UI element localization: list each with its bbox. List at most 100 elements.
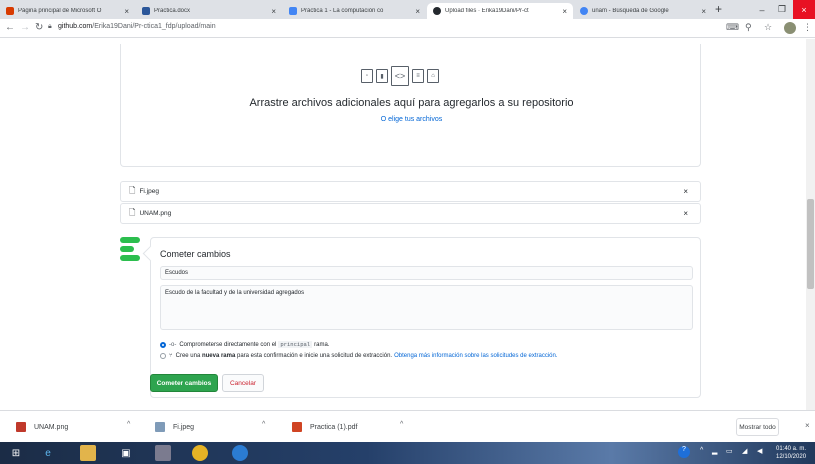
chart-file-icon: ▮ xyxy=(376,69,388,83)
tray-chevron-icon[interactable]: ^ xyxy=(700,447,703,454)
taskbar-clock[interactable]: 01:40 a. m. 12/10/2020 xyxy=(776,445,806,461)
zoom-icon[interactable]: ⚲ xyxy=(745,22,752,33)
file-name: Fi.jpeg xyxy=(139,188,159,195)
download-item[interactable]: UNAM.png xyxy=(16,419,68,435)
edge-icon[interactable] xyxy=(232,445,248,461)
tab-title: unam - Búsqueda de Google xyxy=(592,8,669,14)
docs-icon xyxy=(289,7,297,15)
new-tab-button[interactable]: + xyxy=(715,2,722,16)
download-bar: UNAM.png ^ Fi.jpeg ^ Practica (1).pdf ^ … xyxy=(0,410,815,442)
internet-explorer-icon[interactable]: e xyxy=(40,445,56,461)
radio-new-branch[interactable] xyxy=(160,353,166,359)
file-explorer-icon[interactable] xyxy=(80,445,96,461)
clock-date: 12/10/2020 xyxy=(776,454,807,460)
file-icon: 🗋 xyxy=(129,185,136,195)
google-icon xyxy=(580,7,588,15)
option-new-suffix: para esta confirmación e inicie una soli… xyxy=(237,353,393,359)
text-file-icon: ≡ xyxy=(412,69,424,83)
branch-name: principal xyxy=(278,341,313,348)
chevron-up-icon[interactable]: ^ xyxy=(262,421,265,428)
browser-toolbar: ← → ↻ 🔒︎ github.com/Erika19Dani/Pr-ctica… xyxy=(0,19,815,38)
file-type-icons: ▫ ▮ <> ≡ ⌂ xyxy=(361,66,439,86)
tab-practica-1[interactable]: Práctica 1 - La computación co × xyxy=(283,3,426,19)
menu-dots-icon[interactable]: ⋮ xyxy=(803,22,812,33)
word-icon xyxy=(142,7,150,15)
tab-title: Página principal de Microsoft O xyxy=(18,8,102,14)
tab-google-search[interactable]: unam - Búsqueda de Google × xyxy=(574,3,712,19)
minimize-icon[interactable]: – xyxy=(752,0,772,19)
remove-file-icon[interactable]: × xyxy=(683,209,688,218)
download-item[interactable]: Fi.jpeg xyxy=(155,419,194,435)
store-icon[interactable]: ▣ xyxy=(118,445,134,461)
close-tab-icon[interactable]: × xyxy=(562,7,567,16)
drop-zone-title: Arrastre archivos adicionales aquí para … xyxy=(249,97,574,109)
commit-new-branch-option[interactable]: ⑂ Cree una nueva rama para esta confirma… xyxy=(160,353,558,359)
pdf-file-icon xyxy=(292,422,302,432)
help-icon[interactable]: ? xyxy=(678,446,690,458)
browser-tab-strip: Página principal de Microsoft O × Practi… xyxy=(0,0,815,19)
tab-microsoft-office[interactable]: Página principal de Microsoft O × xyxy=(0,3,135,19)
chevron-up-icon[interactable]: ^ xyxy=(400,421,403,428)
pdf-file-icon: ⌂ xyxy=(427,69,439,83)
file-drop-zone[interactable]: ▫ ▮ <> ≡ ⌂ Arrastre archivos adicionales… xyxy=(120,44,701,167)
download-name: Practica (1).pdf xyxy=(310,423,358,431)
remove-file-icon[interactable]: × xyxy=(683,187,688,196)
bookmark-star-icon[interactable]: ☆ xyxy=(764,22,772,33)
chrome-icon[interactable] xyxy=(192,445,208,461)
address-bar[interactable]: github.com/Erika19Dani/Pr-ctica1_fdp/upl… xyxy=(58,23,216,30)
commit-summary-input[interactable]: Escudos xyxy=(160,266,693,280)
network-icon[interactable]: ▂ xyxy=(712,447,717,455)
choose-files-link[interactable]: O elige tus archivos xyxy=(121,116,702,123)
file-name: UNAM.png xyxy=(139,210,172,217)
commit-description-textarea[interactable]: Escudo de la facultad y de la universida… xyxy=(160,285,693,330)
file-row: 🗋 UNAM.png × xyxy=(120,203,701,224)
avatar[interactable] xyxy=(784,22,796,34)
show-all-button[interactable]: Mostrar todo xyxy=(736,418,779,436)
image-file-icon xyxy=(16,422,26,432)
tab-practica-docx[interactable]: Practica.docx × xyxy=(136,3,282,19)
clock-time: 01:40 a. m. xyxy=(776,446,807,452)
git-commit-icon: -o- xyxy=(169,341,177,348)
volume-icon[interactable]: ◀ xyxy=(757,447,762,455)
wifi-icon[interactable]: ◢ xyxy=(742,447,747,455)
commit-form-title: Cometer cambios xyxy=(160,249,231,259)
user-avatar-icon xyxy=(120,237,140,261)
file-icon: 🗋 xyxy=(129,207,136,217)
windows-taskbar: ⊞ e ▣ ? ^ ▂ ▭ ◢ ◀ 01:40 a. m. 12/10/2020 xyxy=(0,442,815,464)
windows-start-icon[interactable]: ⊞ xyxy=(8,445,24,461)
scrollbar-thumb[interactable] xyxy=(807,199,814,289)
close-tab-icon[interactable]: × xyxy=(701,7,706,16)
chevron-up-icon[interactable]: ^ xyxy=(127,421,130,428)
battery-icon[interactable]: ▭ xyxy=(726,447,733,455)
option-direct-suffix: rama. xyxy=(314,341,330,348)
cancel-button[interactable]: Cancelar xyxy=(222,374,264,392)
code-file-icon: <> xyxy=(391,66,409,86)
file-icon: ▫ xyxy=(361,69,373,83)
close-tab-icon[interactable]: × xyxy=(415,7,420,16)
forward-arrow-icon[interactable]: → xyxy=(20,22,30,33)
reload-icon[interactable]: ↻ xyxy=(35,22,43,33)
photos-icon[interactable] xyxy=(155,445,171,461)
close-tab-icon[interactable]: × xyxy=(124,7,129,16)
url-host: github.com xyxy=(58,23,93,30)
close-download-bar-icon[interactable]: × xyxy=(805,421,810,430)
commit-changes-button[interactable]: Cometer cambios xyxy=(150,374,218,392)
restore-icon[interactable]: ❐ xyxy=(772,0,792,19)
url-path: /Erika19Dani/Pr-ctica1_fdp/upload/main xyxy=(92,23,216,30)
radio-direct[interactable] xyxy=(160,341,166,348)
tab-title: Práctica 1 - La computación co xyxy=(301,8,384,14)
close-window-icon[interactable]: × xyxy=(793,0,815,19)
commit-direct-option[interactable]: -o- Comprometerse directamente con el pr… xyxy=(160,341,329,348)
lock-icon[interactable]: 🔒︎ xyxy=(48,23,52,31)
image-file-icon xyxy=(155,422,165,432)
download-item[interactable]: Practica (1).pdf xyxy=(292,419,357,435)
close-tab-icon[interactable]: × xyxy=(271,7,276,16)
option-direct-text: Comprometerse directamente con el xyxy=(179,341,277,348)
tab-upload-files[interactable]: Upload files · Erika19Dani/Pr-ct × xyxy=(427,3,573,19)
translate-icon[interactable]: ⌨ xyxy=(726,22,739,33)
page-scrollbar[interactable] xyxy=(806,39,815,410)
option-new-text: Cree una xyxy=(175,353,201,359)
back-arrow-icon[interactable]: ← xyxy=(5,22,15,33)
file-row: 🗋 Fi.jpeg × xyxy=(120,181,701,202)
learn-more-link[interactable]: Obtenga más información sobre las solici… xyxy=(394,353,557,359)
